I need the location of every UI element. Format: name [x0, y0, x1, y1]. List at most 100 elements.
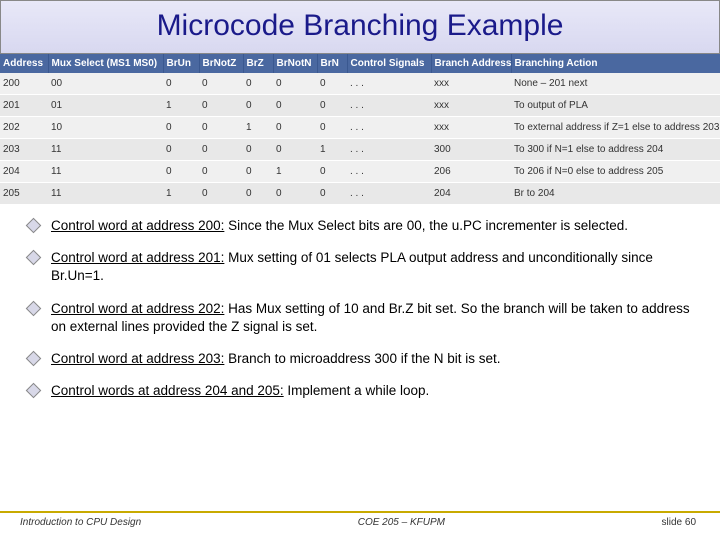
table-cell: 11 — [48, 139, 163, 161]
table-row: 2041100010. . .206To 206 if N=0 else to … — [0, 161, 720, 183]
diamond-icon — [26, 218, 42, 234]
bullet-lead: Control word at address 201: — [51, 250, 224, 265]
table-cell: 0 — [199, 139, 243, 161]
bullet-item: Control word at address 202: Has Mux set… — [28, 300, 692, 336]
table-cell: 0 — [163, 73, 199, 95]
table-cell: To external address if Z=1 else to addre… — [511, 117, 720, 139]
table-cell: 0 — [317, 161, 347, 183]
table-body: 2000000000. . .xxxNone – 201 next2010110… — [0, 73, 720, 205]
table-cell: None – 201 next — [511, 73, 720, 95]
table-cell: 0 — [273, 139, 317, 161]
column-header: Branch Address — [431, 54, 511, 73]
footer-left: Introduction to CPU Design — [0, 517, 141, 528]
column-header: BrUn — [163, 54, 199, 73]
microcode-table: AddressMux Select (MS1 MS0)BrUnBrNotZBrZ… — [0, 54, 720, 205]
table-cell: 1 — [243, 117, 273, 139]
table-row: 2010110000. . .xxxTo output of PLA — [0, 95, 720, 117]
table-cell: 203 — [0, 139, 48, 161]
diamond-icon — [26, 300, 42, 316]
table-cell: 0 — [199, 183, 243, 205]
table-cell: 0 — [163, 161, 199, 183]
table-cell: 0 — [273, 95, 317, 117]
column-header: BrZ — [243, 54, 273, 73]
table-cell: 11 — [48, 183, 163, 205]
column-header: BrNotZ — [199, 54, 243, 73]
table-cell: xxx — [431, 117, 511, 139]
table-cell: 0 — [243, 139, 273, 161]
table-cell: 0 — [317, 183, 347, 205]
table-cell: Br to 204 — [511, 183, 720, 205]
footer: Introduction to CPU Design COE 205 – KFU… — [0, 511, 720, 528]
footer-right: slide 60 — [662, 517, 720, 528]
table-cell: 200 — [0, 73, 48, 95]
table-cell: 0 — [317, 73, 347, 95]
table-cell: 0 — [199, 161, 243, 183]
column-header: Mux Select (MS1 MS0) — [48, 54, 163, 73]
table-cell: 0 — [199, 95, 243, 117]
table-cell: 0 — [243, 161, 273, 183]
table-cell: 1 — [163, 183, 199, 205]
table-cell: 204 — [431, 183, 511, 205]
diamond-icon — [26, 351, 42, 367]
table-cell: 0 — [273, 117, 317, 139]
column-header: BrNotN — [273, 54, 317, 73]
slide-title: Microcode Branching Example — [1, 9, 719, 43]
header-row: AddressMux Select (MS1 MS0)BrUnBrNotZBrZ… — [0, 54, 720, 73]
bullet-text: Control word at address 202: Has Mux set… — [51, 300, 692, 336]
bullet-item: Control word at address 201: Mux setting… — [28, 249, 692, 285]
column-header: Address — [0, 54, 48, 73]
bullet-lead: Control word at address 202: — [51, 301, 224, 316]
table-cell: . . . — [347, 95, 431, 117]
table-cell: . . . — [347, 183, 431, 205]
column-header: Branching Action — [511, 54, 720, 73]
table-cell: xxx — [431, 73, 511, 95]
column-header: BrN — [317, 54, 347, 73]
table-row: 2021000100. . .xxxTo external address if… — [0, 117, 720, 139]
table-cell: To 300 if N=1 else to address 204 — [511, 139, 720, 161]
table-cell: 0 — [317, 95, 347, 117]
table-cell: To 206 if N=0 else to address 205 — [511, 161, 720, 183]
bullet-item: Control word at address 200: Since the M… — [28, 217, 692, 235]
table-cell: 1 — [163, 95, 199, 117]
table-cell: 0 — [273, 73, 317, 95]
table-cell: 0 — [199, 117, 243, 139]
column-header: Control Signals — [347, 54, 431, 73]
bullet-text: Control word at address 201: Mux setting… — [51, 249, 692, 285]
table-cell: 204 — [0, 161, 48, 183]
bullet-rest: Since the Mux Select bits are 00, the u.… — [224, 218, 628, 233]
bullet-list: Control word at address 200: Since the M… — [0, 205, 720, 401]
table-cell: xxx — [431, 95, 511, 117]
table-cell: 01 — [48, 95, 163, 117]
table-cell: 11 — [48, 161, 163, 183]
bullet-rest: Implement a while loop. — [284, 383, 430, 398]
table-cell: 00 — [48, 73, 163, 95]
microcode-table-wrap: AddressMux Select (MS1 MS0)BrUnBrNotZBrZ… — [0, 54, 720, 205]
bullet-text: Control words at address 204 and 205: Im… — [51, 382, 429, 400]
diamond-icon — [26, 383, 42, 399]
bullet-lead: Control word at address 203: — [51, 351, 224, 366]
table-cell: 206 — [431, 161, 511, 183]
table-cell: . . . — [347, 161, 431, 183]
table-cell: . . . — [347, 73, 431, 95]
bullet-lead: Control word at address 200: — [51, 218, 224, 233]
bullet-text: Control word at address 200: Since the M… — [51, 217, 628, 235]
table-cell: 201 — [0, 95, 48, 117]
table-head: AddressMux Select (MS1 MS0)BrUnBrNotZBrZ… — [0, 54, 720, 73]
bullet-lead: Control words at address 204 and 205: — [51, 383, 284, 398]
table-cell: 0 — [243, 95, 273, 117]
table-cell: 300 — [431, 139, 511, 161]
table-cell: 0 — [243, 73, 273, 95]
table-row: 2031100001. . .300To 300 if N=1 else to … — [0, 139, 720, 161]
table-row: 2051110000. . .204Br to 204 — [0, 183, 720, 205]
table-cell: 0 — [243, 183, 273, 205]
footer-center: COE 205 – KFUPM — [358, 517, 445, 528]
table-cell: 205 — [0, 183, 48, 205]
table-cell: 202 — [0, 117, 48, 139]
bullet-text: Control word at address 203: Branch to m… — [51, 350, 500, 368]
table-cell: 0 — [163, 139, 199, 161]
table-row: 2000000000. . .xxxNone – 201 next — [0, 73, 720, 95]
bullet-item: Control word at address 203: Branch to m… — [28, 350, 692, 368]
table-cell: 10 — [48, 117, 163, 139]
bullet-item: Control words at address 204 and 205: Im… — [28, 382, 692, 400]
table-cell: 0 — [317, 117, 347, 139]
